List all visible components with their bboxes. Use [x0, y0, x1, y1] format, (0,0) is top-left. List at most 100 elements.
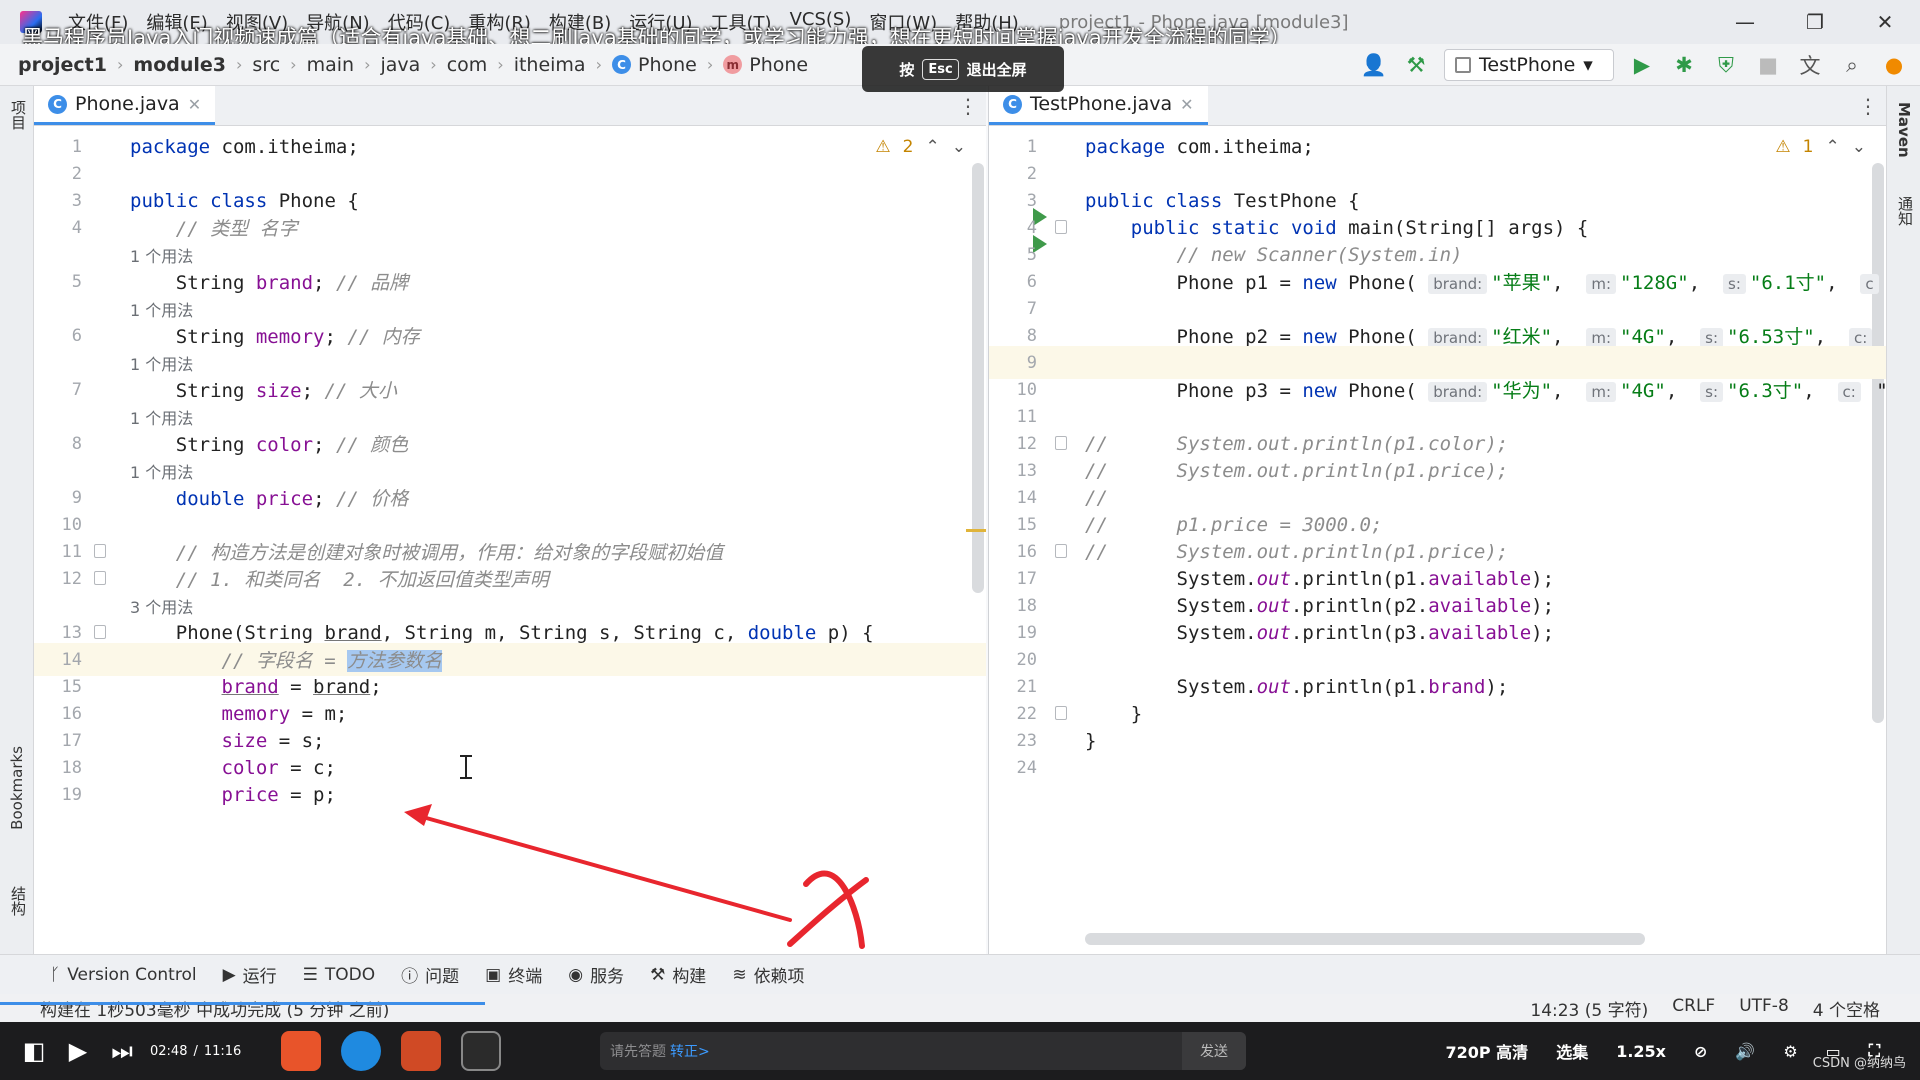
tab-label: Phone.java	[75, 93, 180, 115]
code-text: // System.out.println(p1.price);	[1085, 540, 1509, 563]
play-icon[interactable]: ▶	[56, 1037, 100, 1065]
tool-todo[interactable]: ☰ TODO	[303, 965, 376, 985]
project-tool-button[interactable]: 项目	[8, 100, 29, 130]
run-icon[interactable]: ▶	[1628, 53, 1656, 77]
fold-icon[interactable]	[1055, 220, 1067, 234]
more-vertical-icon[interactable]: ⋮	[1858, 94, 1878, 118]
editor-phone-java[interactable]: C Phone.java ✕ ⋮ ⚠ 2 ⌃ ⌄ 1 package com.ithe…	[34, 86, 986, 954]
restore-icon[interactable]: ❐	[1780, 0, 1850, 44]
code-text: // 类型 名字	[175, 218, 298, 240]
powerpoint-icon[interactable]	[401, 1031, 442, 1071]
crumb-class[interactable]: C Phone	[611, 54, 697, 76]
chevron-right-icon: ›	[117, 55, 124, 74]
more-vertical-icon[interactable]: ⋮	[958, 94, 978, 118]
tool-problems[interactable]: ⓘ 问题	[401, 962, 459, 987]
play-icon: ▶	[222, 964, 236, 985]
coverage-icon[interactable]: ⛨	[1712, 53, 1740, 78]
code-text: String color; // 颜色	[130, 434, 409, 456]
tool-version-control[interactable]: ᚴ Version Control	[50, 965, 197, 985]
crumb-com[interactable]: com	[447, 54, 488, 76]
chevron-right-icon: ›	[497, 55, 504, 74]
danmaku-link[interactable]: 转正>	[670, 1041, 710, 1061]
line-number: 1	[71, 136, 82, 157]
update-icon[interactable]: ●	[1880, 53, 1908, 77]
send-button[interactable]: 发送	[1182, 1032, 1246, 1070]
fold-icon[interactable]	[1055, 436, 1067, 450]
build-hammer-icon[interactable]: ⚒	[1402, 53, 1430, 77]
bottom-tool-bar: ᚴ Version Control ▶ 运行 ☰ TODO ⓘ 问题 ▣ 终端 ◉ 服务 ⚒…	[0, 954, 1920, 994]
next-icon[interactable]: ⏭	[100, 1037, 144, 1065]
user-icon[interactable]: 👤	[1360, 53, 1388, 78]
line-number: 5	[1026, 244, 1037, 265]
caret-position[interactable]: 14:23 (5 字符)	[1530, 996, 1648, 1021]
status-bar: 构建在 1秒503毫秒 中成功完成 (5 分钟 之前) 14:23 (5 字符)…	[0, 994, 1920, 1022]
status-message: 构建在 1秒503毫秒 中成功完成 (5 分钟 之前)	[40, 1000, 390, 1021]
line-number: 11	[61, 541, 82, 562]
line-number: 2	[71, 163, 82, 184]
bookmarks-tool-button[interactable]: Bookmarks	[8, 746, 26, 830]
video-progress-bar[interactable]	[0, 1002, 485, 1005]
intellij-taskbar-icon[interactable]	[461, 1031, 502, 1071]
danmaku-input[interactable]: 请先答题 转正> 发送	[600, 1032, 1246, 1070]
stop-icon[interactable]: ■	[1754, 53, 1782, 77]
fold-icon[interactable]	[94, 571, 106, 585]
edge-icon[interactable]	[341, 1031, 382, 1071]
danmaku-toggle-icon[interactable]: ⊘	[1694, 1042, 1707, 1061]
close-tab-icon[interactable]: ✕	[188, 95, 201, 114]
horizontal-scrollbar[interactable]	[1085, 933, 1645, 945]
tool-run[interactable]: ▶ 运行	[222, 962, 277, 988]
notifications-tool-button[interactable]: 通知	[1895, 196, 1916, 226]
fold-icon[interactable]	[94, 544, 106, 558]
volume-icon[interactable]: 🔊	[1735, 1042, 1755, 1061]
close-icon[interactable]: ✕	[1850, 0, 1920, 44]
minimize-icon[interactable]: —	[1710, 0, 1780, 44]
tab-phone-java[interactable]: C Phone.java ✕	[34, 86, 216, 125]
quality-select[interactable]: 720P 高清	[1445, 1039, 1528, 1063]
line-number: 14	[1016, 487, 1037, 508]
code-text: package com.itheima;	[130, 135, 359, 158]
line-number: 15	[61, 676, 82, 697]
fold-icon[interactable]	[1055, 706, 1067, 720]
debug-icon[interactable]: ✱	[1670, 53, 1698, 77]
line-number: 16	[1016, 541, 1037, 562]
office-icon[interactable]	[281, 1031, 322, 1071]
translate-icon[interactable]: 文	[1796, 50, 1824, 80]
run-config-select[interactable]: TestPhone ▾	[1444, 49, 1614, 81]
esc-key-badge: Esc	[922, 58, 959, 80]
chevron-right-icon: ›	[364, 55, 371, 74]
crumb-module[interactable]: module3	[133, 54, 226, 76]
speed-select[interactable]: 1.25x	[1616, 1042, 1666, 1061]
close-tab-icon[interactable]: ✕	[1180, 95, 1193, 114]
structure-tool-button[interactable]: 结构	[8, 886, 29, 916]
episodes-button[interactable]: 选集	[1556, 1039, 1588, 1063]
fold-icon[interactable]	[1055, 544, 1067, 558]
search-icon[interactable]: ⌕	[1838, 53, 1866, 78]
line-separator[interactable]: CRLF	[1672, 996, 1715, 1021]
tool-terminal[interactable]: ▣ 终端	[485, 962, 543, 988]
breadcrumb: project1 › module3 › src › main › java › com ›…	[18, 54, 808, 76]
fold-icon[interactable]	[94, 625, 106, 639]
crumb-project[interactable]: project1	[18, 54, 107, 76]
tool-build[interactable]: ⚒ 构建	[650, 962, 706, 988]
crumb-main[interactable]: main	[307, 54, 354, 76]
maven-tool-button[interactable]: Maven	[1895, 102, 1913, 158]
code-area[interactable]: ⚠ 1 ⌃ ⌄ 1 package com.itheima; 2 3 public clas…	[989, 127, 1886, 954]
tool-services[interactable]: ◉ 服务	[568, 962, 624, 988]
crumb-java[interactable]: java	[380, 54, 420, 76]
tool-label: 终端	[508, 967, 543, 987]
tool-dependencies[interactable]: ≋ 依赖项	[732, 962, 804, 988]
line-number: 7	[1026, 298, 1037, 319]
settings-icon[interactable]: ⚙	[1783, 1042, 1797, 1061]
branch-icon: ᚴ	[50, 964, 61, 985]
code-text: public static void main(String[] args) {	[1130, 216, 1589, 239]
crumb-itheima[interactable]: itheima	[514, 54, 586, 76]
code-text: System.out.println(p1.available);	[1085, 567, 1555, 590]
file-encoding[interactable]: UTF-8	[1739, 996, 1789, 1021]
editor-testphone-java[interactable]: C TestPhone.java ✕ ⋮ ⚠ 1 ⌃ ⌄ 1 package com.…	[988, 86, 1886, 954]
crumb-method[interactable]: m Phone	[723, 54, 808, 76]
crumb-src[interactable]: src	[252, 54, 280, 76]
indent-setting[interactable]: 4 个空格	[1813, 996, 1880, 1021]
code-area[interactable]: ⚠ 2 ⌃ ⌄ 1 package com.itheima; 2 3 public clas…	[34, 127, 986, 954]
windows-start-icon[interactable]: ◧	[12, 1037, 56, 1065]
code-line: 19 price = p;	[34, 778, 986, 811]
